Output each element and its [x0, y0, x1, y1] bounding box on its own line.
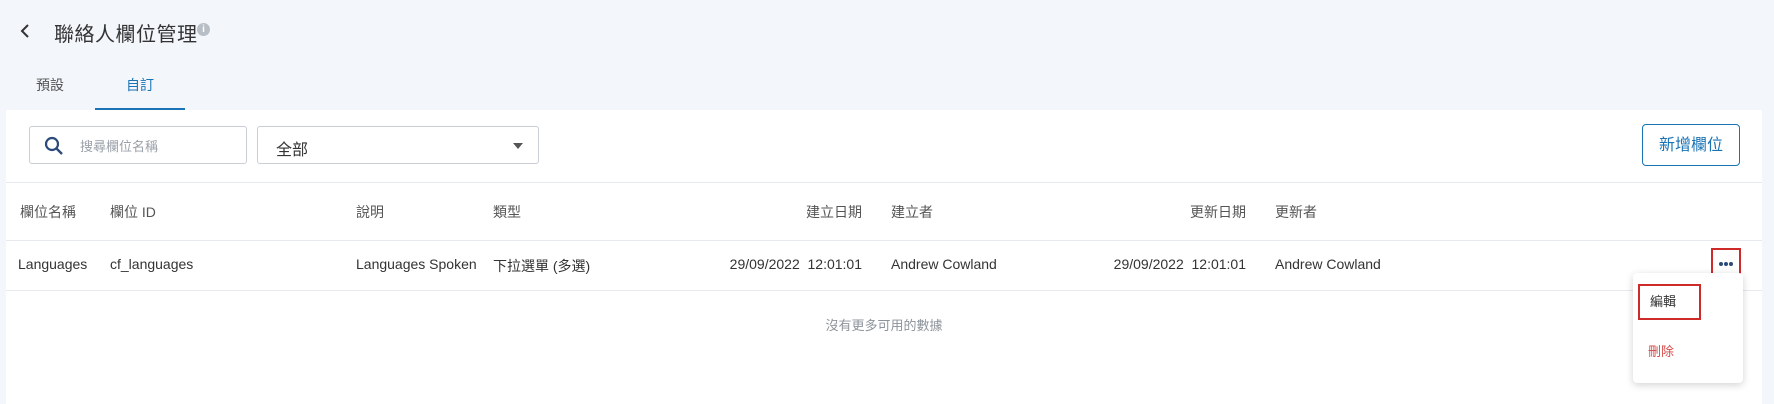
tab-custom[interactable]: 自訂	[95, 70, 185, 110]
search-icon	[44, 136, 63, 155]
fields-card: 全部 新增欄位 欄位名稱 欄位 ID 說明 類型 建立日期 建立者 更新日期 更…	[6, 110, 1762, 404]
add-field-button[interactable]: 新增欄位	[1642, 124, 1740, 166]
column-header-updater: 更新者	[1275, 204, 1317, 220]
menu-item-edit[interactable]: 編輯	[1638, 284, 1701, 320]
cell-created-date: 29/09/2022 12:01:01	[729, 256, 862, 272]
row-actions-menu: 編輯 刪除	[1633, 273, 1743, 383]
table-header-row: 欄位名稱 欄位 ID 說明 類型 建立日期 建立者 更新日期 更新者	[6, 182, 1762, 241]
column-header-creator: 建立者	[891, 204, 933, 220]
tab-default[interactable]: 預設	[20, 70, 80, 110]
cell-field-id: cf_languages	[110, 256, 194, 272]
search-box[interactable]	[29, 126, 247, 164]
cell-updater: Andrew Cowland	[1275, 256, 1381, 272]
filter-selected-value: 全部	[276, 142, 309, 159]
table-row[interactable]: Languages cf_languages Languages Spoken …	[6, 240, 1762, 291]
more-dots-icon	[1719, 262, 1723, 266]
type-filter-select[interactable]: 全部	[257, 126, 539, 164]
empty-message: 沒有更多可用的數據	[825, 318, 943, 333]
page-title: 聯絡人欄位管理	[54, 24, 198, 46]
column-header-description: 說明	[356, 204, 384, 220]
info-icon[interactable]: i	[197, 23, 210, 36]
cell-description: Languages Spoken	[356, 256, 477, 272]
column-header-updated-date: 更新日期	[1190, 204, 1246, 220]
cell-creator: Andrew Cowland	[891, 256, 997, 272]
page-header: 聯絡人欄位管理 i	[0, 0, 1774, 62]
column-header-id: 欄位 ID	[110, 204, 156, 220]
cell-field-name: Languages	[18, 256, 88, 272]
cell-type: 下拉選單 (多選)	[493, 258, 591, 274]
search-input[interactable]	[78, 135, 242, 157]
chevron-down-icon	[513, 143, 523, 149]
column-header-name: 欄位名稱	[20, 204, 76, 220]
back-arrow-icon[interactable]	[18, 22, 32, 40]
column-header-created-date: 建立日期	[806, 204, 862, 220]
menu-item-delete[interactable]: 刪除	[1648, 341, 1674, 360]
cell-updated-date: 29/09/2022 12:01:01	[1113, 256, 1246, 272]
column-header-type: 類型	[493, 204, 521, 220]
